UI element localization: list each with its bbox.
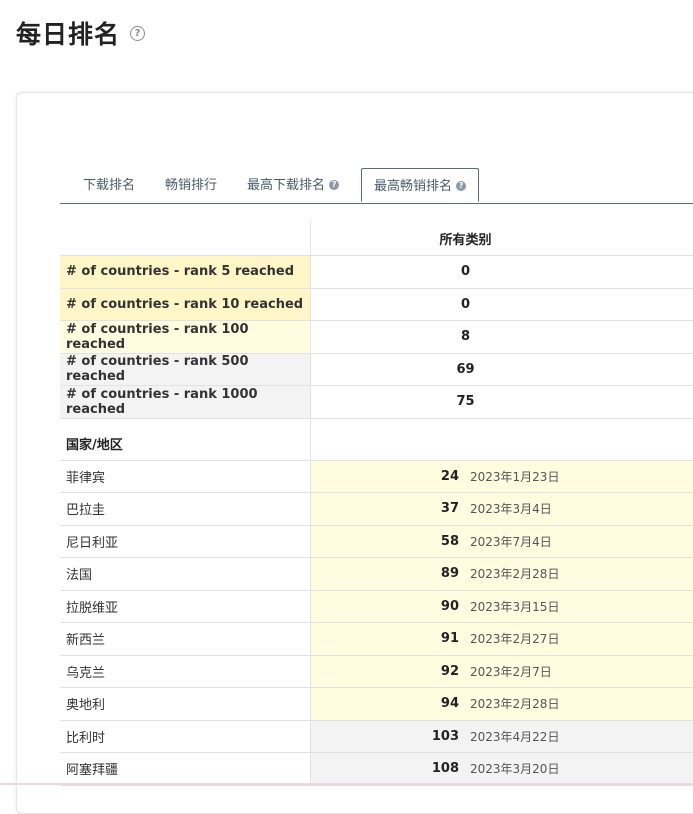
rank-cell: 24 2023年1月23日 bbox=[311, 460, 693, 492]
rank-date: 2023年2月28日 bbox=[470, 567, 560, 582]
rank-date: 2023年3月20日 bbox=[470, 762, 560, 777]
rank-cell: 94 2023年2月28日 bbox=[311, 688, 693, 720]
rank-date: 2023年7月4日 bbox=[470, 534, 552, 549]
rank-value: 108 bbox=[431, 761, 459, 777]
stat-value: 0 bbox=[460, 296, 471, 312]
rank-value: 103 bbox=[431, 728, 459, 744]
rank-cell: 91 2023年2月27日 bbox=[311, 623, 693, 655]
country-name: 尼日利亚 bbox=[60, 525, 311, 557]
table-row: 拉脱维亚 90 2023年3月15日 bbox=[60, 590, 693, 623]
rank-value: 92 bbox=[440, 663, 459, 679]
section-label: 国家/地区 bbox=[60, 418, 311, 460]
rank-date: 2023年2月27日 bbox=[470, 632, 560, 647]
ranking-table: 所有类别 # of countries - rank 5 reached 0 #… bbox=[60, 221, 693, 786]
rank-date: 2023年1月23日 bbox=[470, 469, 560, 484]
stat-row: # of countries - rank 500 reached 69 bbox=[60, 353, 693, 386]
table-row: 巴拉圭 37 2023年3月4日 bbox=[60, 493, 693, 526]
table-row: 奥地利 94 2023年2月28日 bbox=[60, 688, 693, 721]
stat-label: # of countries - rank 5 reached bbox=[60, 256, 311, 288]
stat-value: 0 bbox=[460, 264, 471, 280]
rank-cell: 58 2023年7月4日 bbox=[311, 525, 693, 557]
stat-label: # of countries - rank 100 reached bbox=[60, 321, 311, 353]
rank-value: 24 bbox=[440, 468, 459, 484]
column-header: 所有类别 bbox=[439, 232, 492, 248]
table-row: 比利时 103 2023年4月22日 bbox=[60, 720, 693, 753]
tab-bar: 下载排名 畅销排行 最高下载排名? 最高畅销排名? bbox=[60, 168, 693, 204]
stat-value: 8 bbox=[460, 329, 471, 345]
rank-cell: 108 2023年3月20日 bbox=[311, 753, 693, 785]
tab-downloads-rank[interactable]: 下载排名 bbox=[83, 168, 135, 202]
table-row: 尼日利亚 58 2023年7月4日 bbox=[60, 525, 693, 558]
tab-label: 最高畅销排名 bbox=[374, 179, 453, 194]
rank-date: 2023年4月22日 bbox=[470, 729, 560, 744]
bottom-divider bbox=[0, 783, 693, 785]
header-empty-cell bbox=[60, 221, 311, 255]
country-name: 乌克兰 bbox=[60, 655, 311, 687]
country-name: 奥地利 bbox=[60, 688, 311, 720]
tab-top-grossing-rank[interactable]: 最高畅销排名? bbox=[361, 168, 480, 202]
table-row: 乌克兰 92 2023年2月7日 bbox=[60, 655, 693, 688]
stat-value: 69 bbox=[456, 361, 475, 377]
help-icon[interactable]: ? bbox=[130, 25, 146, 41]
table-header-row: 所有类别 bbox=[60, 221, 693, 256]
stat-row: # of countries - rank 100 reached 8 bbox=[60, 321, 693, 354]
stat-row: # of countries - rank 5 reached 0 bbox=[60, 256, 693, 289]
question-icon[interactable]: ? bbox=[329, 179, 340, 190]
country-name: 阿塞拜疆 bbox=[60, 753, 311, 785]
tab-label: 下载排名 bbox=[83, 178, 136, 193]
stat-label: # of countries - rank 1000 reached bbox=[60, 386, 311, 418]
country-name: 菲律宾 bbox=[60, 460, 311, 492]
table-row: 法国 89 2023年2月28日 bbox=[60, 558, 693, 591]
country-name: 比利时 bbox=[60, 720, 311, 752]
rank-cell: 90 2023年3月15日 bbox=[311, 590, 693, 622]
rank-value: 94 bbox=[440, 696, 459, 712]
stat-label: # of countries - rank 500 reached bbox=[60, 353, 311, 385]
stat-row: # of countries - rank 10 reached 0 bbox=[60, 288, 693, 321]
tab-label: 最高下载排名 bbox=[247, 178, 326, 193]
rank-date: 2023年3月4日 bbox=[470, 502, 552, 517]
rank-cell: 103 2023年4月22日 bbox=[311, 720, 693, 752]
table-row: 新西兰 91 2023年2月27日 bbox=[60, 623, 693, 656]
rank-cell: 37 2023年3月4日 bbox=[311, 493, 693, 525]
stat-value: 75 bbox=[456, 394, 475, 410]
rank-date: 2023年2月28日 bbox=[470, 697, 560, 712]
tab-label: 畅销排行 bbox=[165, 178, 218, 193]
rank-cell: 92 2023年2月7日 bbox=[311, 655, 693, 687]
tab-grossing-rank[interactable]: 畅销排行 bbox=[165, 168, 217, 202]
rank-value: 58 bbox=[440, 533, 459, 549]
country-name: 新西兰 bbox=[60, 623, 311, 655]
section-header-row: 国家/地区 bbox=[60, 418, 693, 461]
page-title-text: 每日排名 bbox=[16, 20, 121, 49]
stat-label: # of countries - rank 10 reached bbox=[60, 288, 311, 320]
page-title: 每日排名 ? bbox=[16, 15, 146, 51]
rank-value: 91 bbox=[440, 631, 459, 647]
rank-date: 2023年2月7日 bbox=[470, 664, 552, 679]
tab-top-downloads-rank[interactable]: 最高下载排名? bbox=[247, 168, 340, 202]
country-name: 拉脱维亚 bbox=[60, 590, 311, 622]
rank-date: 2023年3月15日 bbox=[470, 599, 560, 614]
country-name: 法国 bbox=[60, 558, 311, 590]
rank-cell: 89 2023年2月28日 bbox=[311, 558, 693, 590]
rank-value: 37 bbox=[440, 501, 459, 517]
table-row: 阿塞拜疆 108 2023年3月20日 bbox=[60, 753, 693, 786]
country-name: 巴拉圭 bbox=[60, 493, 311, 525]
rank-value: 89 bbox=[440, 566, 459, 582]
stat-row: # of countries - rank 1000 reached 75 bbox=[60, 386, 693, 419]
section-empty-cell bbox=[311, 419, 693, 460]
rank-value: 90 bbox=[440, 598, 459, 614]
question-icon[interactable]: ? bbox=[456, 180, 467, 191]
table-row: 菲律宾 24 2023年1月23日 bbox=[60, 460, 693, 493]
